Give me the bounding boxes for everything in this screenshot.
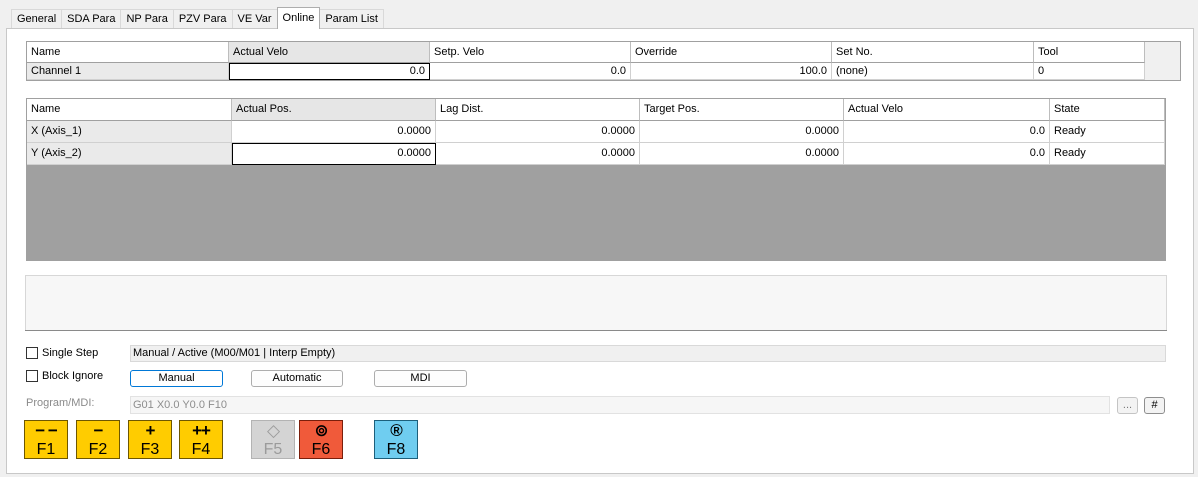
column-header-set-no[interactable]: Set No. xyxy=(832,42,1034,63)
actual-velo-cell[interactable]: 0.0 xyxy=(844,143,1050,165)
manual-button[interactable]: Manual xyxy=(130,370,223,387)
automatic-button[interactable]: Automatic xyxy=(251,370,343,387)
actual-velo-cell[interactable]: 0.0 xyxy=(229,63,430,80)
tab-general[interactable]: General xyxy=(11,9,63,29)
single-step-label: Single Step xyxy=(42,347,99,359)
f2-label: F2 xyxy=(88,441,108,458)
column-header-override[interactable]: Override xyxy=(631,42,832,63)
message-area xyxy=(25,275,1167,331)
column-header-target-pos[interactable]: Target Pos. xyxy=(640,99,844,121)
f1-button[interactable]: − − F1 xyxy=(24,420,68,459)
f4-button[interactable]: ++ F4 xyxy=(179,420,223,459)
lag-dist-cell[interactable]: 0.0000 xyxy=(436,121,640,143)
status-text: Manual / Active (M00/M01 | Interp Empty) xyxy=(130,345,1166,362)
table-row[interactable]: Channel 1 0.0 0.0 100.0 (none) 0 xyxy=(27,63,1145,80)
f6-label: F6 xyxy=(311,441,331,458)
divider xyxy=(25,330,1167,331)
lag-dist-cell[interactable]: 0.0000 xyxy=(436,143,640,165)
f1-label: F1 xyxy=(36,441,56,458)
f6-button[interactable]: ⊚ F6 xyxy=(299,420,343,459)
column-header-actual-velo[interactable]: Actual Velo xyxy=(229,42,430,63)
axis-table: Name Actual Pos. Lag Dist. Target Pos. A… xyxy=(26,98,1166,261)
state-cell[interactable]: Ready xyxy=(1050,143,1165,165)
mdi-button[interactable]: MDI xyxy=(374,370,467,387)
column-header-tool[interactable]: Tool xyxy=(1034,42,1145,63)
tool-cell[interactable]: 0 xyxy=(1034,63,1145,80)
column-header-actual-velo[interactable]: Actual Velo xyxy=(844,99,1050,121)
program-mdi-label: Program/MDI: xyxy=(26,397,95,409)
column-header-lag-dist[interactable]: Lag Dist. xyxy=(436,99,640,121)
f3-button[interactable]: + F3 xyxy=(128,420,172,459)
tab-pzv-para[interactable]: PZV Para xyxy=(172,9,233,29)
program-mdi-input[interactable]: G01 X0.0 Y0.0 F10 xyxy=(130,396,1110,414)
table-row[interactable]: Y (Axis_2) 0.0000 0.0000 0.0000 0.0 Read… xyxy=(27,143,1165,165)
tab-sda-para[interactable]: SDA Para xyxy=(61,9,122,29)
column-header-actual-pos[interactable]: Actual Pos. xyxy=(232,99,436,121)
start-icon: ◇ xyxy=(266,421,280,440)
override-cell[interactable]: 100.0 xyxy=(631,63,832,80)
backward-icon: − xyxy=(93,421,104,440)
tab-param-list[interactable]: Param List xyxy=(319,9,384,29)
target-pos-cell[interactable]: 0.0000 xyxy=(640,143,844,165)
f8-label: F8 xyxy=(386,441,406,458)
actual-velo-cell[interactable]: 0.0 xyxy=(844,121,1050,143)
online-panel: Name Actual Velo Setp. Velo Override Set… xyxy=(6,28,1194,474)
row-name-cell[interactable]: Channel 1 xyxy=(27,63,229,80)
reset-icon: ® xyxy=(390,421,403,440)
setp-velo-cell[interactable]: 0.0 xyxy=(430,63,631,80)
f5-button[interactable]: ◇ F5 xyxy=(251,420,295,459)
row-name-cell[interactable]: X (Axis_1) xyxy=(27,121,232,143)
f2-button[interactable]: − F2 xyxy=(76,420,120,459)
forward-icon: + xyxy=(145,421,156,440)
fast-forward-icon: ++ xyxy=(192,421,211,440)
channel-table-header: Name Actual Velo Setp. Velo Override Set… xyxy=(27,42,1145,63)
set-no-cell[interactable]: (none) xyxy=(832,63,1034,80)
actual-pos-cell[interactable]: 0.0000 xyxy=(232,121,436,143)
fast-backward-icon: − − xyxy=(35,421,58,440)
f5-label: F5 xyxy=(263,441,283,458)
browse-button[interactable]: ... xyxy=(1117,397,1138,414)
block-ignore-checkbox[interactable]: Block Ignore xyxy=(26,370,103,382)
channel-table: Name Actual Velo Setp. Velo Override Set… xyxy=(26,41,1181,81)
checkbox-box[interactable] xyxy=(26,370,38,382)
f3-label: F3 xyxy=(140,441,160,458)
column-header-name[interactable]: Name xyxy=(27,42,229,63)
target-pos-cell[interactable]: 0.0000 xyxy=(640,121,844,143)
tab-np-para[interactable]: NP Para xyxy=(120,9,174,29)
column-header-name[interactable]: Name xyxy=(27,99,232,121)
single-step-checkbox[interactable]: Single Step xyxy=(26,347,98,359)
table-row[interactable]: X (Axis_1) 0.0000 0.0000 0.0000 0.0 Read… xyxy=(27,121,1165,143)
tab-bar: General SDA Para NP Para PZV Para VE Var… xyxy=(11,7,384,29)
tab-ve-var[interactable]: VE Var xyxy=(231,9,278,29)
hash-button[interactable]: # xyxy=(1144,397,1165,414)
stop-icon: ⊚ xyxy=(314,421,328,440)
actual-pos-cell[interactable]: 0.0000 xyxy=(232,143,436,165)
tab-online[interactable]: Online xyxy=(276,7,321,29)
checkbox-box[interactable] xyxy=(26,347,38,359)
block-ignore-label: Block Ignore xyxy=(42,370,104,382)
f8-button[interactable]: ® F8 xyxy=(374,420,418,459)
state-cell[interactable]: Ready xyxy=(1050,121,1165,143)
axis-table-header: Name Actual Pos. Lag Dist. Target Pos. A… xyxy=(27,99,1165,121)
row-name-cell[interactable]: Y (Axis_2) xyxy=(27,143,232,165)
column-header-setp-velo[interactable]: Setp. Velo xyxy=(430,42,631,63)
column-header-state[interactable]: State xyxy=(1050,99,1165,121)
f4-label: F4 xyxy=(191,441,211,458)
